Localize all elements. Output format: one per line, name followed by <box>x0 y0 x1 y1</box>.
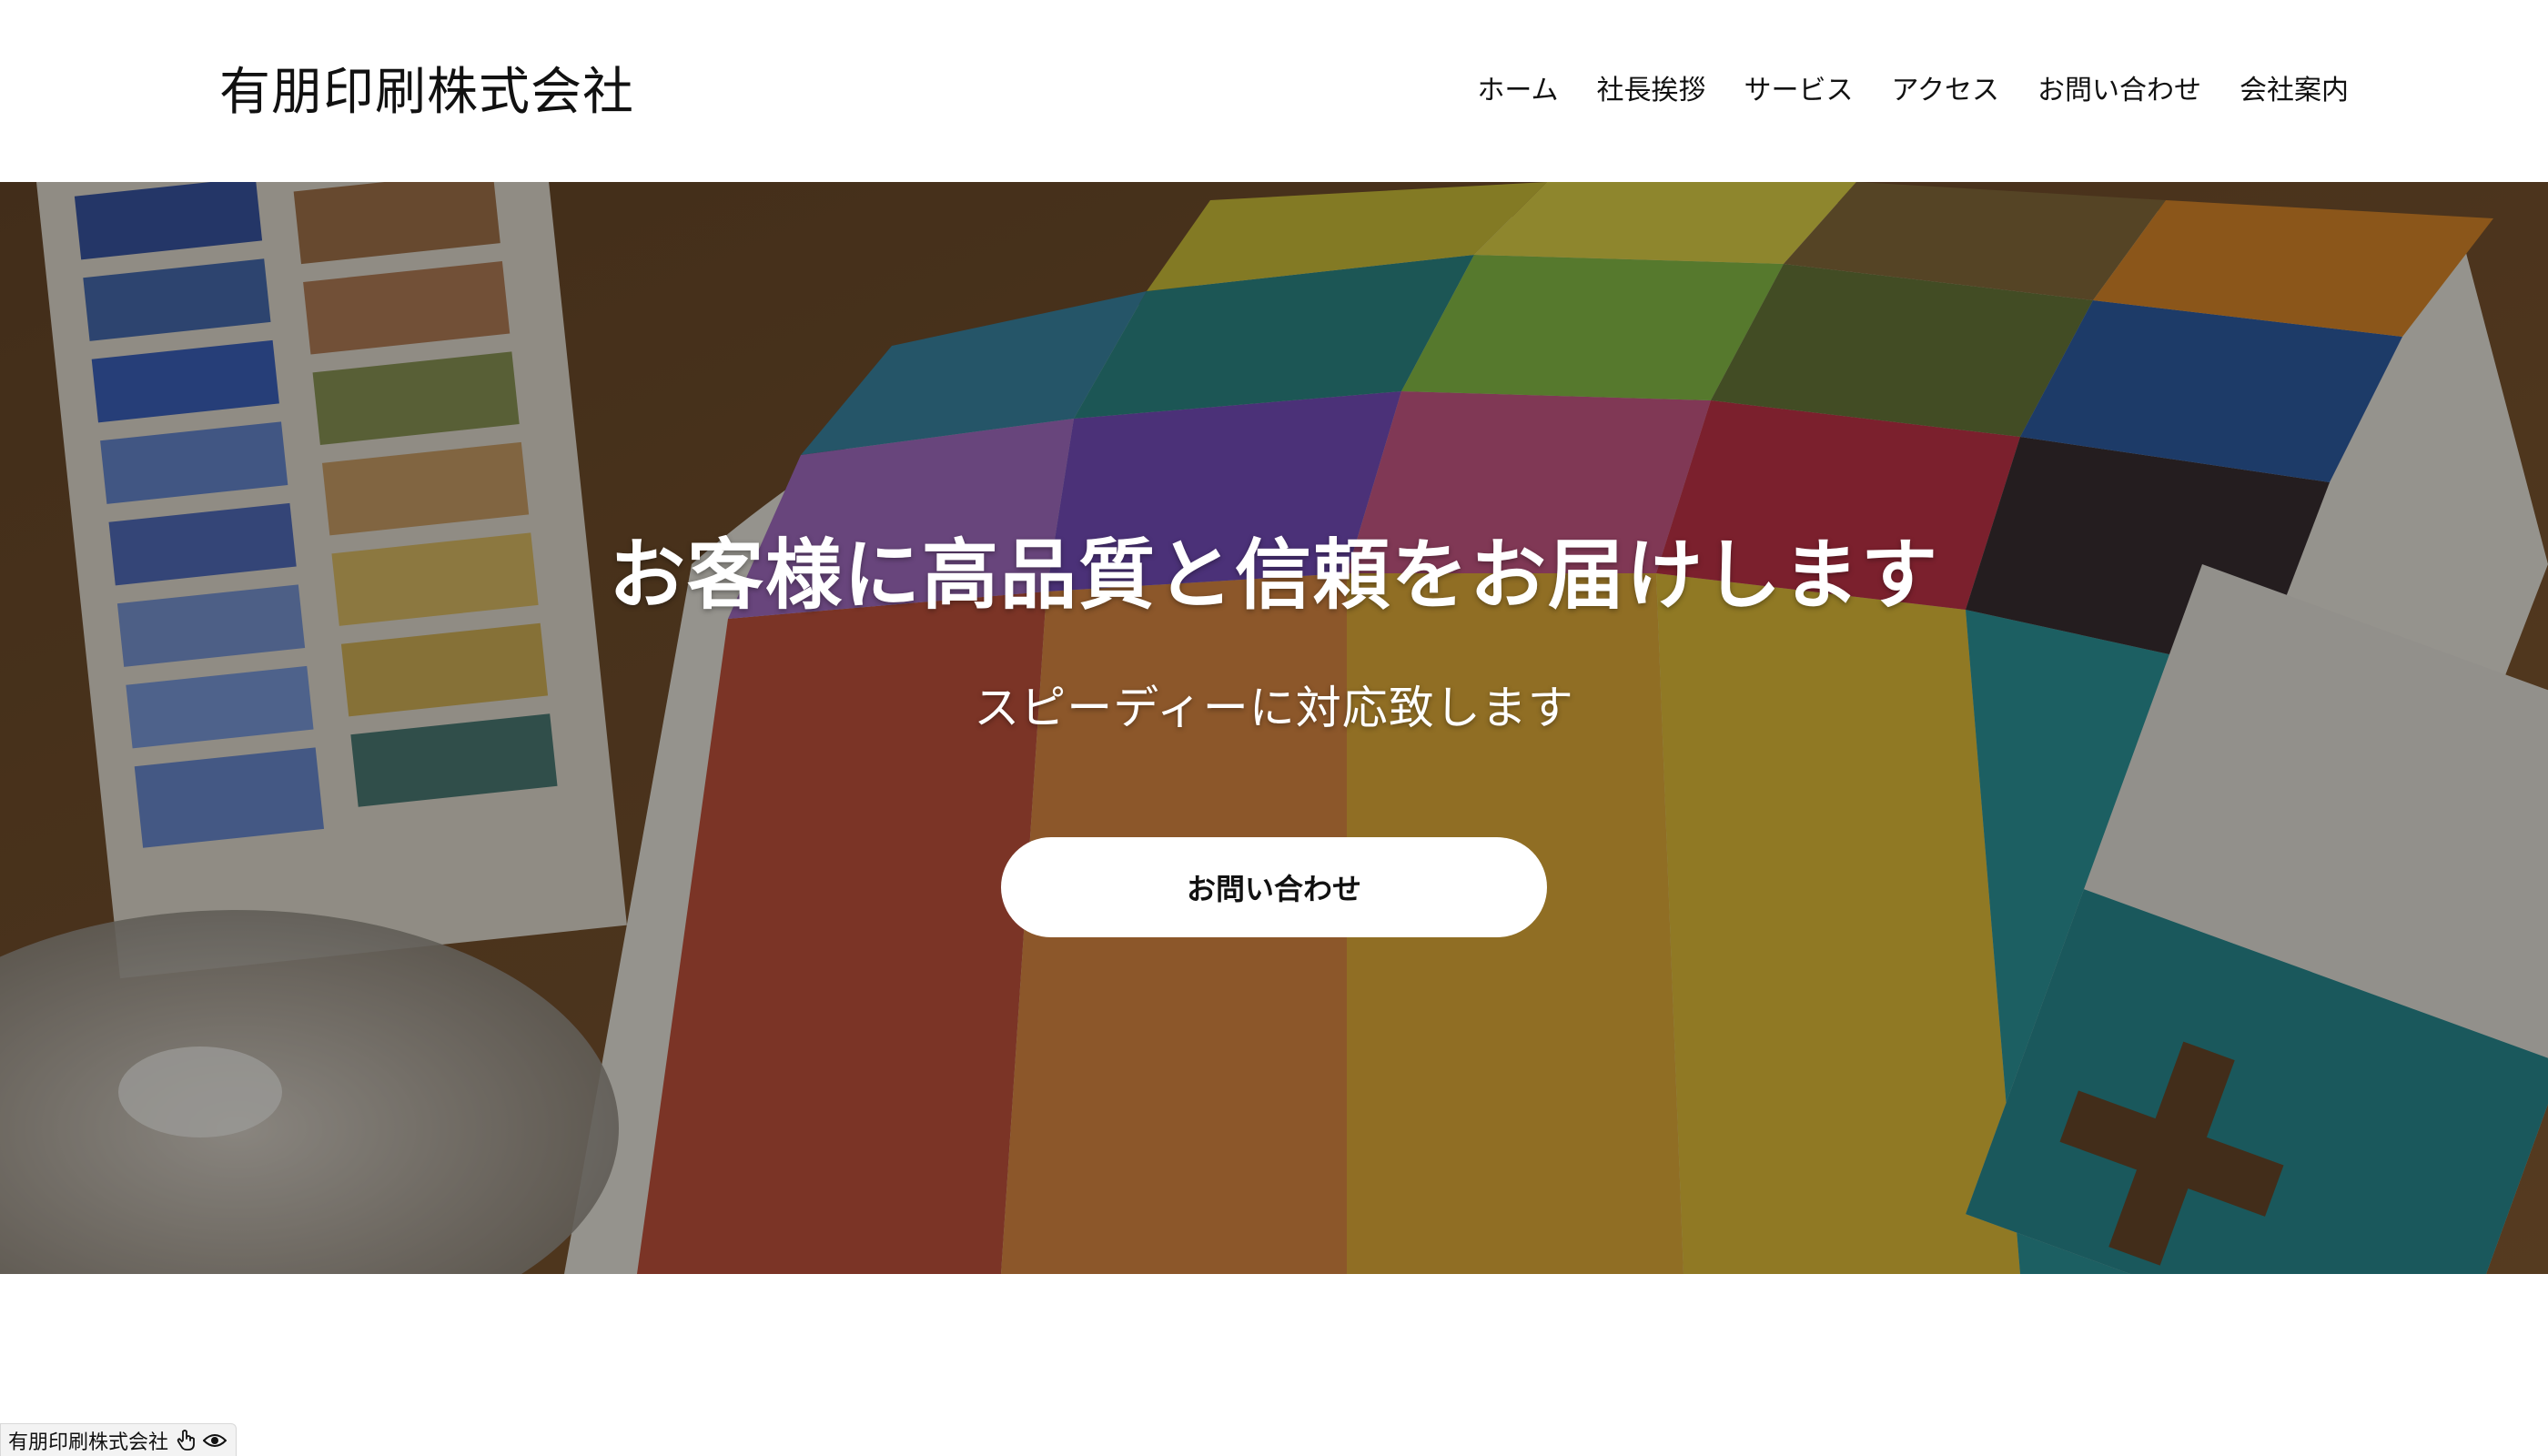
nav-item-company-info[interactable]: 会社案内 <box>2240 71 2349 111</box>
nav-item-services[interactable]: サービス <box>1744 71 1854 111</box>
main-nav: ホーム 社長挨拶 サービス アクセス お問い合わせ 会社案内 <box>1477 71 2349 111</box>
contact-button[interactable]: お問い合わせ <box>1001 837 1547 937</box>
hero-content: お客様に高品質と信頼をお届けします スピーディーに対応致します お問い合わせ <box>0 182 2548 1274</box>
hero-section: お客様に高品質と信頼をお届けします スピーディーに対応致します お問い合わせ <box>0 182 2548 1274</box>
footer-badge-label: 有朋印刷株式会社 <box>8 1431 169 1454</box>
footer-badge: 有朋印刷株式会社 <box>0 1423 238 1456</box>
nav-item-home[interactable]: ホーム <box>1477 71 1558 111</box>
hand-pointer-icon[interactable] <box>176 1429 196 1451</box>
hero-subtitle: スピーディーに対応致します <box>974 682 1574 734</box>
nav-item-president-greeting[interactable]: 社長挨拶 <box>1597 71 1706 111</box>
hero-title: お客様に高品質と信頼をお届けします <box>608 530 1939 620</box>
eye-icon[interactable] <box>203 1432 228 1449</box>
site-title[interactable]: 有朋印刷株式会社 <box>219 62 634 124</box>
site-header: 有朋印刷株式会社 ホーム 社長挨拶 サービス アクセス お問い合わせ 会社案内 <box>0 0 2548 182</box>
nav-item-access[interactable]: アクセス <box>1892 71 2000 111</box>
nav-item-contact[interactable]: お問い合わせ <box>2037 71 2201 111</box>
